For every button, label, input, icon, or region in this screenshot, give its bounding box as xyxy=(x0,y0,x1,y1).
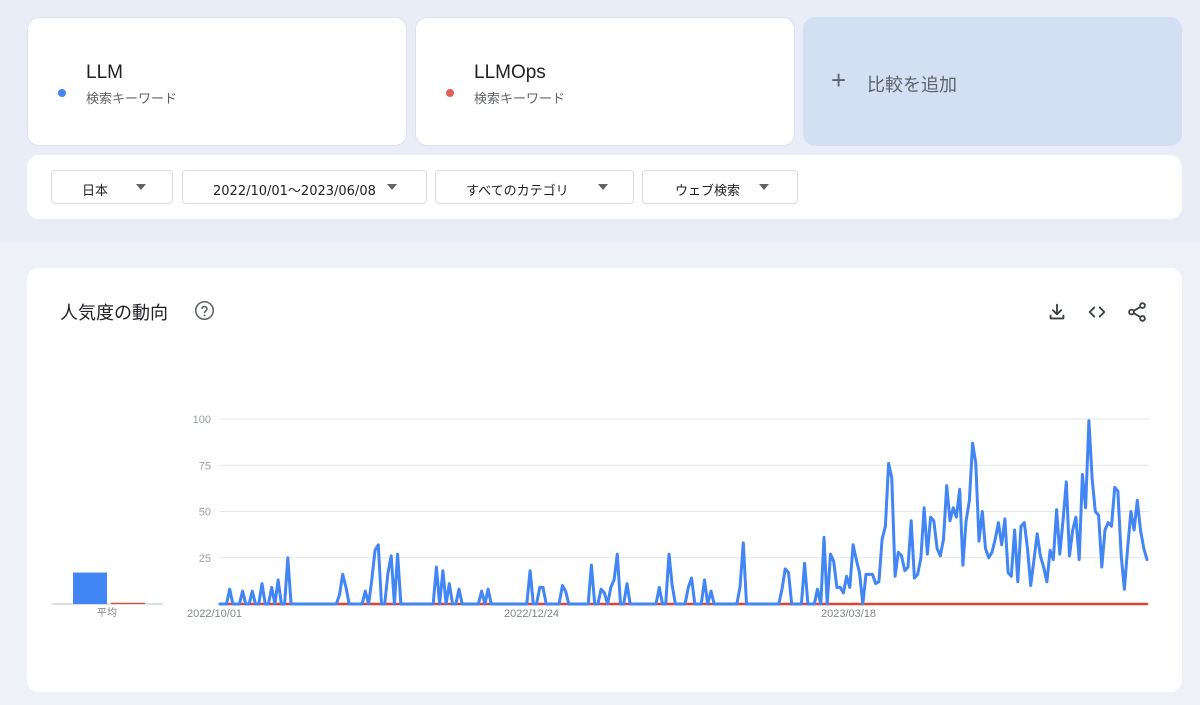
search-term-type: 検索キーワード xyxy=(474,92,566,107)
x-tick-label: 2023/03/18 xyxy=(821,608,876,620)
x-axis: 2022/10/01 2022/12/24 2023/03/18 xyxy=(187,608,876,620)
average-label: 平均 xyxy=(97,607,117,619)
category-dropdown-label: すべてのカテゴリ xyxy=(466,184,569,199)
series-line-llm xyxy=(218,419,1149,606)
search-type-dropdown-label: ウェブ検索 xyxy=(675,184,741,199)
series-color-dot-llmops xyxy=(446,89,454,97)
search-term-label: LLMOps xyxy=(474,62,546,83)
interest-over-time-panel: 人気度の動向 100 75 50 25 平均 2022/10/01 2022/12/24… xyxy=(27,268,1182,692)
chevron-down-icon xyxy=(759,184,769,190)
region-dropdown-label: 日本 xyxy=(82,184,109,199)
time-range-dropdown[interactable]: 2022/10/01〜2023/06/08 xyxy=(182,170,427,204)
add-comparison-label: 比較を追加 xyxy=(867,75,957,96)
y-tick-label: 25 xyxy=(199,553,211,565)
time-range-dropdown-label: 2022/10/01〜2023/06/08 xyxy=(213,184,376,199)
region-dropdown[interactable]: 日本 xyxy=(51,170,173,204)
series-color-dot-llm xyxy=(58,89,66,97)
search-term-card-llm[interactable]: LLM 検索キーワード xyxy=(27,17,407,146)
category-dropdown[interactable]: すべてのカテゴリ xyxy=(435,170,634,204)
y-tick-label: 50 xyxy=(199,507,211,519)
chevron-down-icon xyxy=(136,184,146,190)
search-term-label: LLM xyxy=(86,62,123,83)
average-bar-llm xyxy=(73,572,107,604)
y-tick-label: 75 xyxy=(199,460,211,472)
search-term-type: 検索キーワード xyxy=(86,92,178,107)
search-term-card-llmops[interactable]: LLMOps 検索キーワード xyxy=(415,17,795,146)
chevron-down-icon xyxy=(598,184,608,190)
plus-icon: + xyxy=(831,65,847,95)
average-chart: 平均 xyxy=(52,572,163,619)
add-comparison-button[interactable]: + 比較を追加 xyxy=(803,17,1182,146)
search-type-dropdown[interactable]: ウェブ検索 xyxy=(642,170,798,204)
filter-bar: 日本 2022/10/01〜2023/06/08 すべてのカテゴリ ウェブ検索 xyxy=(27,155,1182,219)
x-tick-label: 2022/10/01 xyxy=(187,608,242,620)
x-tick-label: 2022/12/24 xyxy=(504,608,559,620)
y-tick-label: 100 xyxy=(193,414,211,426)
trend-chart: 100 75 50 25 平均 2022/10/01 2022/12/24 2023/03… xyxy=(52,414,1149,620)
chevron-down-icon xyxy=(387,184,397,190)
average-bar-llmops xyxy=(111,602,145,604)
chart-series xyxy=(218,419,1149,606)
